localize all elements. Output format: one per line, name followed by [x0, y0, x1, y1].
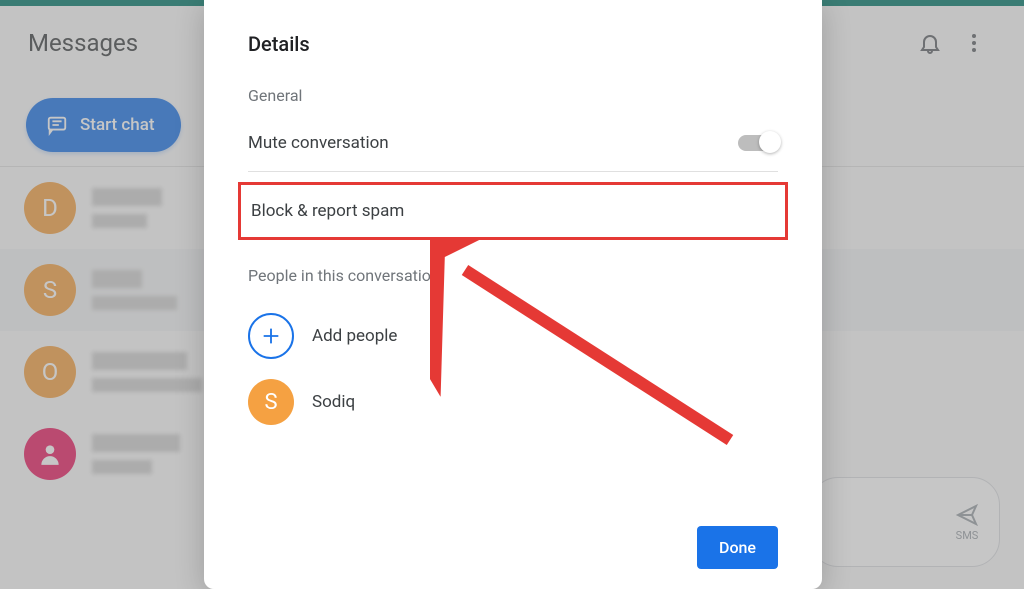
add-people-row[interactable]: Add people: [248, 303, 778, 369]
mute-toggle[interactable]: [738, 135, 778, 151]
done-button[interactable]: Done: [697, 526, 778, 569]
modal-title: Details: [248, 32, 778, 56]
details-modal: Details General Mute conversation Block …: [204, 0, 822, 589]
modal-divider: [248, 171, 778, 172]
participant-name: Sodiq: [312, 392, 355, 412]
participant-row[interactable]: S Sodiq: [248, 369, 778, 435]
block-report-label: Block & report spam: [251, 201, 404, 221]
mute-label: Mute conversation: [248, 133, 389, 153]
add-people-label: Add people: [312, 326, 397, 346]
plus-icon: [248, 313, 294, 359]
block-report-spam-row[interactable]: Block & report spam: [238, 182, 788, 240]
participant-avatar: S: [248, 379, 294, 425]
section-general-label: General: [248, 86, 778, 105]
section-people-label: People in this conversation: [248, 266, 778, 285]
mute-conversation-row[interactable]: Mute conversation: [248, 123, 778, 163]
